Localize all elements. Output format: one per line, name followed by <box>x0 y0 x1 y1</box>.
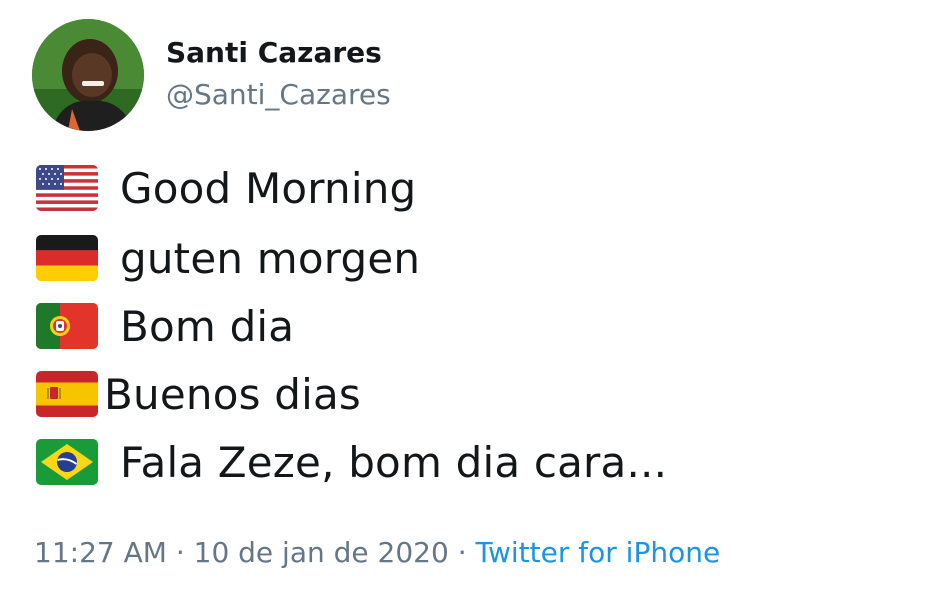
tweet-line-5: Fala Zeze, bom dia cara... <box>36 432 667 492</box>
display-name[interactable]: Santi Cazares <box>166 36 382 69</box>
tweet-card: Santi Cazares @Santi_Cazares Good Mornin… <box>0 0 950 603</box>
tweet-line-text: Buenos dias <box>104 369 361 419</box>
user-handle[interactable]: @Santi_Cazares <box>166 78 391 111</box>
tweet-time[interactable]: 11:27 AM <box>34 536 167 569</box>
tweet-line-2: guten morgen <box>36 228 420 288</box>
tweet-line-text: Fala Zeze, bom dia cara... <box>120 437 668 487</box>
tweet-line-4: Buenos dias <box>36 364 361 424</box>
tweet-line-1: Good Morning <box>36 158 416 218</box>
germany-flag-icon <box>36 235 98 281</box>
tweet-meta: 11:27 AM · 10 de jan de 2020 · Twitter f… <box>34 536 720 569</box>
avatar[interactable] <box>32 19 144 131</box>
spain-flag-icon <box>36 371 98 417</box>
meta-separator: · <box>457 536 467 569</box>
tweet-line-text: Bom dia <box>120 301 295 351</box>
portugal-flag-icon <box>36 303 98 349</box>
tweet-date[interactable]: 10 de jan de 2020 <box>194 536 449 569</box>
meta-separator: · <box>175 536 185 569</box>
tweet-source-link[interactable]: Twitter for iPhone <box>476 536 721 569</box>
tweet-line-text: Good Morning <box>120 163 417 213</box>
tweet-line-text: guten morgen <box>120 233 421 283</box>
profile-photo <box>32 19 144 131</box>
tweet-line-3: Bom dia <box>36 296 294 356</box>
us-flag-icon <box>36 165 98 211</box>
brazil-flag-icon <box>36 439 98 485</box>
